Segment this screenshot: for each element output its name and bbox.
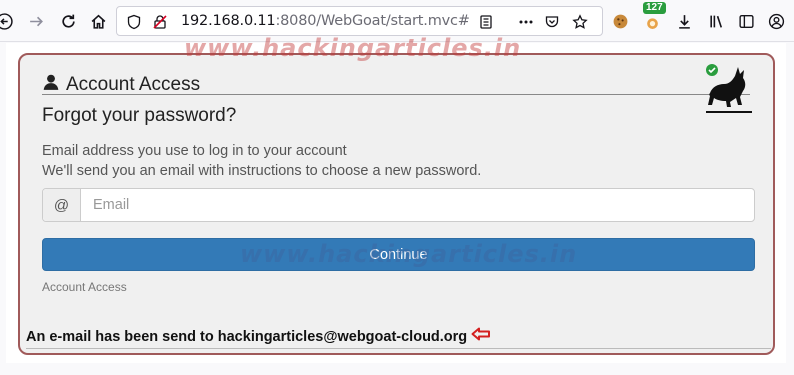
header-divider xyxy=(42,94,750,95)
account-access-panel: Account Access Forgot your password? Ema… xyxy=(18,53,775,355)
extension-badge: 127 xyxy=(643,2,666,14)
instructions: Email address you use to log in to your … xyxy=(42,141,481,181)
notice-row: An e-mail has been send to hackingarticl… xyxy=(26,327,491,346)
watermark-text: www.hackingarticles.in xyxy=(184,34,522,62)
webgoat-logo xyxy=(704,63,754,115)
sidebar-icon[interactable] xyxy=(734,9,758,33)
shield-icon[interactable] xyxy=(125,13,143,31)
section-title: Account Access xyxy=(66,73,201,95)
bottom-divider xyxy=(26,348,771,349)
bookmark-star-icon[interactable] xyxy=(571,13,589,31)
reader-view-icon[interactable] xyxy=(477,13,495,31)
forgot-password-heading: Forgot your password? xyxy=(42,105,237,126)
url-host: 192.168.0.11 xyxy=(181,13,276,29)
user-icon xyxy=(42,73,60,96)
left-arrow-icon xyxy=(471,327,491,346)
insecure-lock-icon[interactable] xyxy=(151,13,169,31)
email-input-group: @ xyxy=(42,188,755,222)
account-access-link[interactable]: Account Access xyxy=(42,280,127,294)
at-sign-addon: @ xyxy=(43,189,81,221)
instructions-line-1: Email address you use to log in to your … xyxy=(42,143,347,159)
cookie-extension-icon[interactable] xyxy=(608,9,632,33)
pocket-icon[interactable] xyxy=(543,13,561,31)
email-field[interactable] xyxy=(81,189,754,221)
downloads-icon[interactable] xyxy=(672,9,696,33)
account-icon[interactable] xyxy=(764,9,788,33)
panel-header: Account Access xyxy=(42,73,200,96)
url-text[interactable]: 192.168.0.11:8080/WebGoat/start.mvc# xyxy=(181,13,470,29)
watermark-text-lower: www.hackingarticles.in xyxy=(240,240,578,268)
library-icon[interactable] xyxy=(704,9,728,33)
back-icon[interactable] xyxy=(0,9,16,33)
instructions-line-2: We'll send you an email with instruction… xyxy=(42,163,482,179)
forward-icon[interactable] xyxy=(24,9,48,33)
home-icon[interactable] xyxy=(86,9,110,33)
address-bar[interactable]: 192.168.0.11:8080/WebGoat/start.mvc# xyxy=(116,6,603,36)
email-sent-notice: An e-mail has been send to hackingarticl… xyxy=(26,328,468,345)
reload-icon[interactable] xyxy=(56,9,80,33)
page-actions-icon[interactable] xyxy=(517,13,535,31)
url-path: :8080/WebGoat/start.mvc# xyxy=(275,13,470,29)
